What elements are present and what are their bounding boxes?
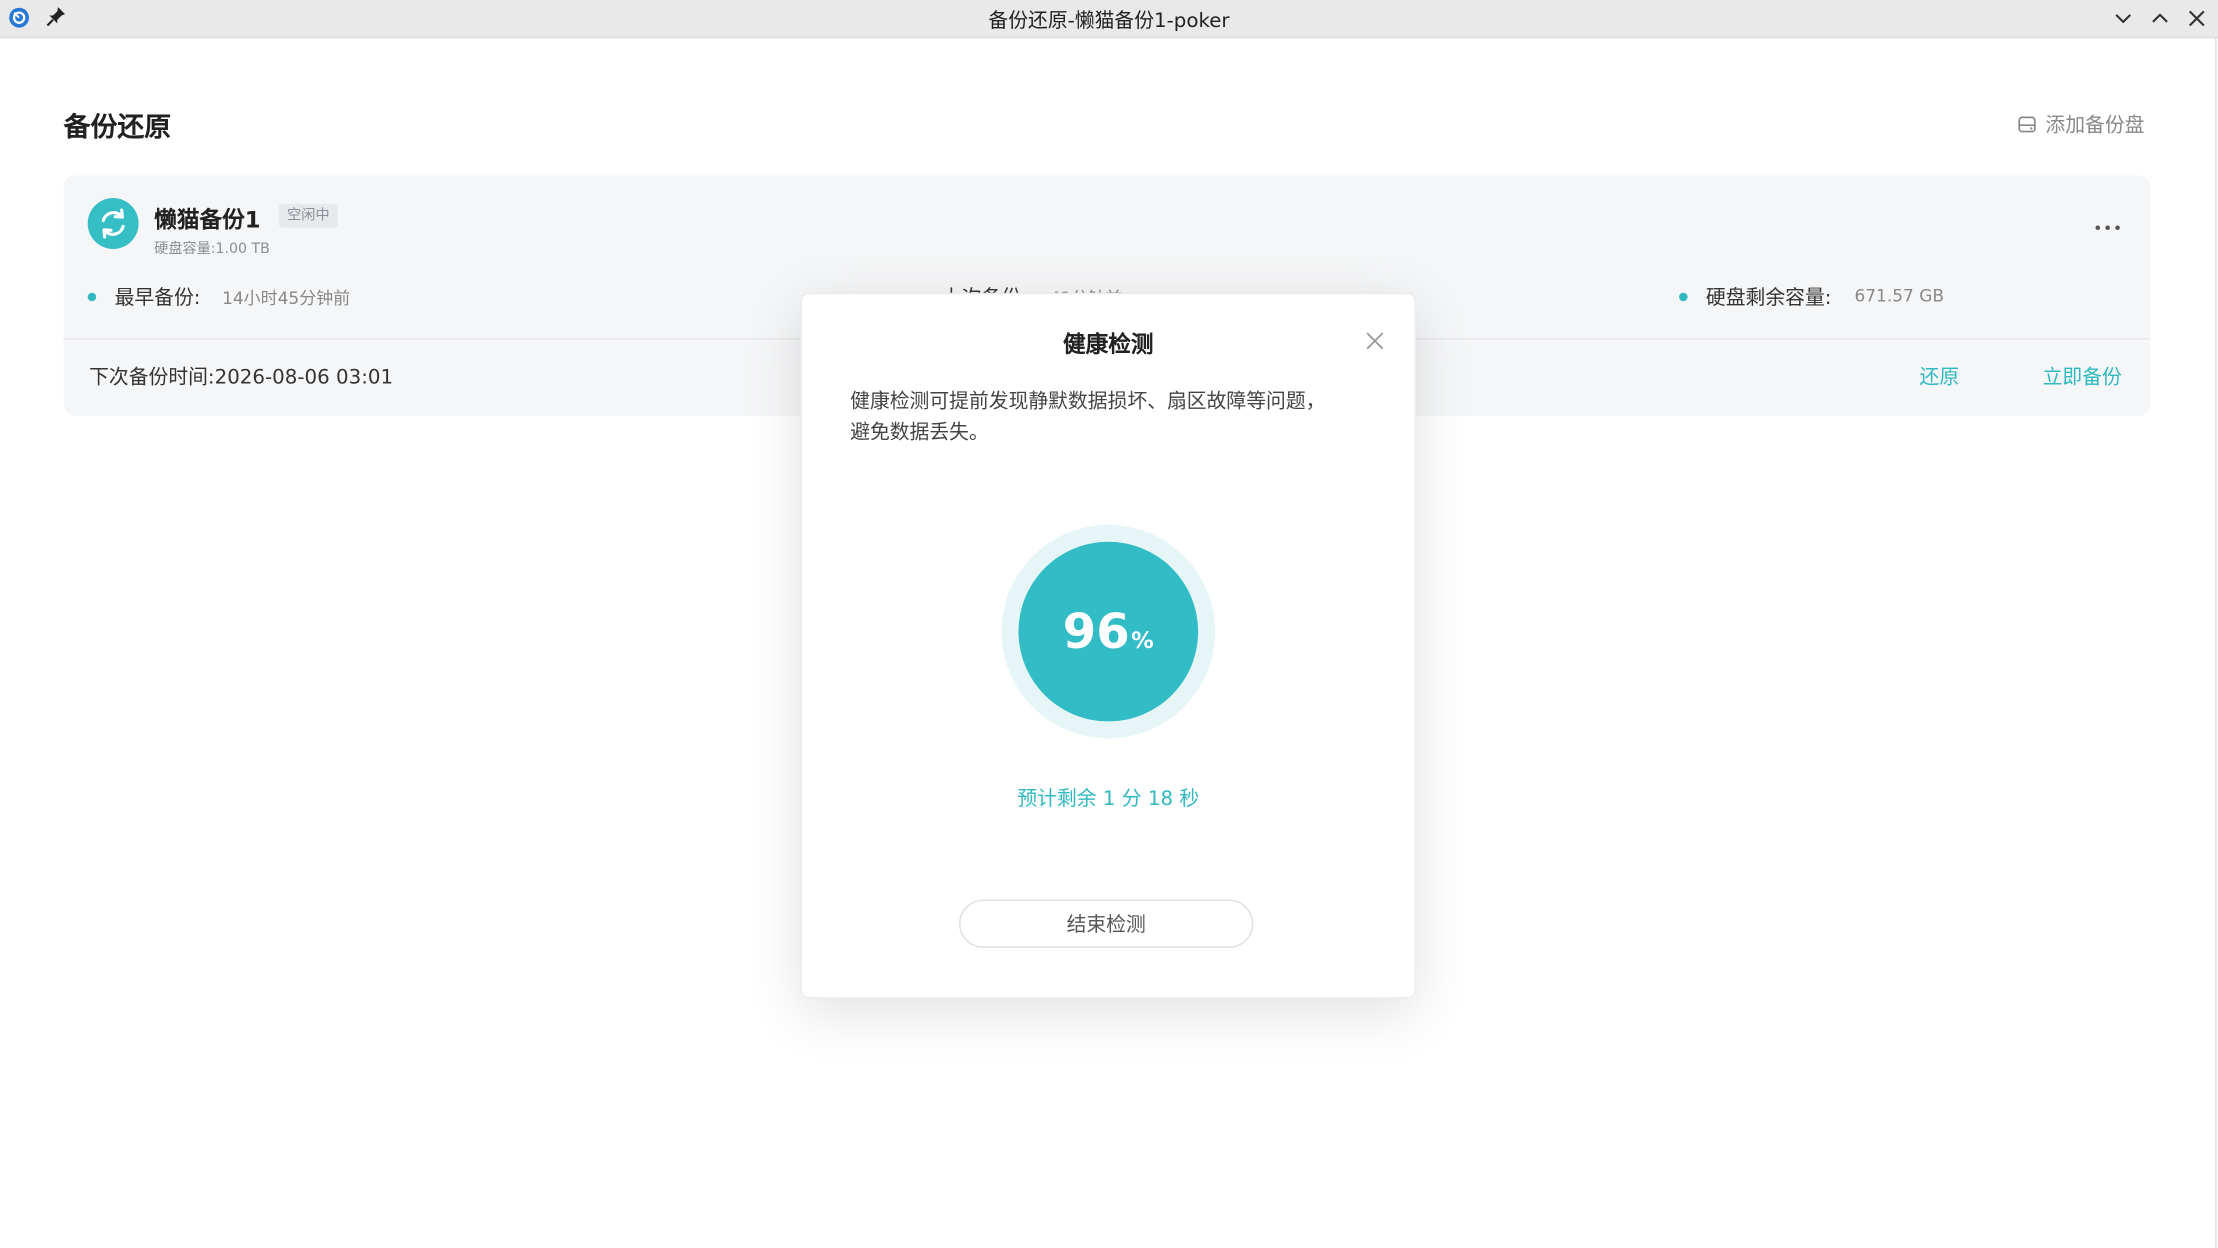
remaining-time: 预计剩余 1 分 18 秒 xyxy=(1017,787,1200,811)
dialog-description: 健康检测可提前发现静默数据损坏、扇区故障等问题， 避免数据丢失。 xyxy=(850,386,1373,448)
add-disk-label: 添加备份盘 xyxy=(2045,114,2145,138)
page-title: 备份还原 xyxy=(63,111,172,143)
window-title: 备份还原-懒猫备份1-poker xyxy=(988,9,1230,33)
bullet-dot xyxy=(1679,292,1688,302)
status-badge: 空闲中 xyxy=(278,203,339,228)
progress-unit: % xyxy=(1131,625,1154,653)
more-dots-icon[interactable] xyxy=(2092,215,2123,240)
dialog-title: 健康检测 xyxy=(1063,331,1154,358)
remaining-capacity-value: 671.57 GB xyxy=(1854,285,1945,306)
disk-name: 懒猫备份1 xyxy=(154,206,261,234)
description-line: 避免数据丢失。 xyxy=(850,421,989,445)
earliest-backup-label: 最早备份: xyxy=(114,287,201,310)
progress-value: 96 xyxy=(1062,603,1130,660)
chevron-up-icon[interactable] xyxy=(2147,6,2172,31)
restore-button[interactable]: 还原 xyxy=(1920,362,1960,390)
sync-icon xyxy=(87,198,139,249)
progress-percent: 96 % xyxy=(1063,603,1154,660)
window-edge xyxy=(2215,36,2217,1248)
close-icon[interactable] xyxy=(2184,6,2209,31)
remaining-capacity-label: 硬盘剩余容量: xyxy=(1705,287,1832,310)
close-icon[interactable] xyxy=(1364,330,1387,353)
backup-now-button[interactable]: 立即备份 xyxy=(2043,362,2122,390)
earliest-backup-value: 14小时45分钟前 xyxy=(222,288,351,309)
description-line: 健康检测可提前发现静默数据损坏、扇区故障等问题， xyxy=(850,390,1326,414)
next-backup-time: 下次备份时间:2026-08-06 03:01 xyxy=(89,366,394,389)
end-check-button[interactable]: 结束检测 xyxy=(959,899,1254,948)
progress-circle: 96 % xyxy=(1018,541,1199,722)
disk-capacity: 硬盘容量:1.00 TB xyxy=(154,241,270,258)
bullet-dot xyxy=(87,292,97,302)
disk-drive-icon xyxy=(2018,116,2036,133)
chevron-down-icon[interactable] xyxy=(2110,6,2135,31)
add-disk-button[interactable]: 添加备份盘 xyxy=(2017,110,2144,138)
health-check-dialog: 健康检测 健康检测可提前发现静默数据损坏、扇区故障等问题， 避免数据丢失。 96… xyxy=(800,292,1416,999)
